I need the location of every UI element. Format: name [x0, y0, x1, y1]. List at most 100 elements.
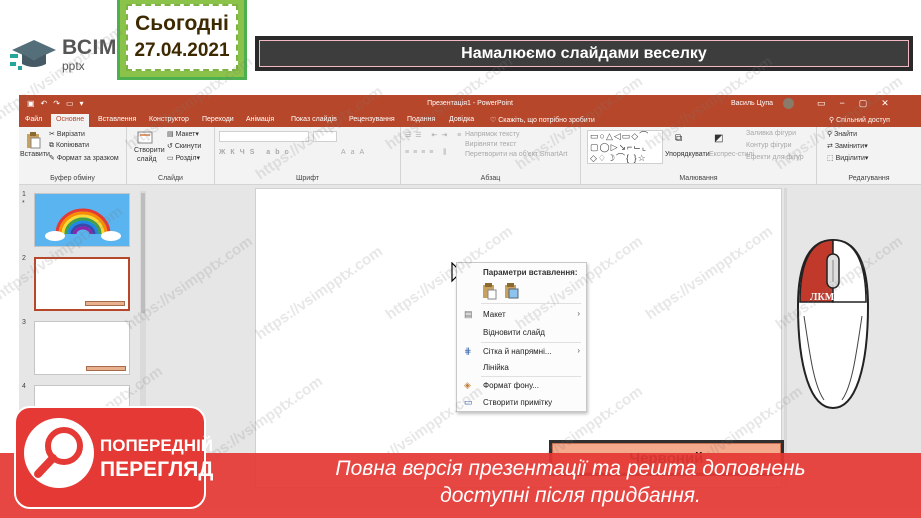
shape-outline-button[interactable]: Контур фігури: [746, 142, 791, 149]
tab-file[interactable]: Файл: [25, 116, 42, 123]
select-button[interactable]: ⬚ Виділити▾: [827, 154, 868, 162]
slide-thumbnail-2[interactable]: [34, 257, 130, 311]
format-painter-button[interactable]: ✎ Формат за зразком: [49, 154, 119, 162]
canvas-vertical-scrollbar[interactable]: [784, 188, 787, 488]
menu-item-layout[interactable]: ▤ Макет ›: [457, 306, 586, 322]
thumb-3-button-shape: [86, 366, 126, 371]
cut-label: Вирізати: [56, 131, 85, 138]
slide-title-bar: Намалюємо слайдами веселку: [255, 36, 913, 71]
shape-effects-button[interactable]: Ефекти для фігур: [746, 154, 804, 161]
layout-button[interactable]: ▤ Макет▾: [167, 130, 199, 138]
window-controls[interactable]: ▭−▢✕: [817, 98, 903, 109]
tab-insert[interactable]: Вставлення: [98, 116, 136, 123]
replace-label: Замінити: [834, 143, 865, 150]
new-slide-icon[interactable]: [137, 131, 153, 145]
section-label: Розділ: [175, 155, 197, 162]
date-label: Сьогодні: [135, 12, 229, 35]
tab-design[interactable]: Конструктор: [149, 116, 189, 123]
paste-theme-icon[interactable]: [481, 282, 497, 300]
arrange-icon[interactable]: ⧉: [675, 133, 682, 144]
slide-title: Намалюємо слайдами веселку: [259, 40, 909, 67]
menu-item-new-comment[interactable]: ▭ Створити примітку: [457, 394, 586, 410]
text-direction-button[interactable]: Напрямок тексту: [465, 131, 520, 138]
presentation-slide: { "header": { "logo_main": "ВСІМ", "logo…: [0, 0, 921, 518]
tab-help[interactable]: Довідка: [449, 116, 474, 123]
list-buttons[interactable]: ☰☰ ⇤⇥ ≡: [405, 131, 465, 139]
paste-icon[interactable]: [25, 131, 41, 149]
menu-item-reset-slide[interactable]: Відновити слайд: [457, 324, 586, 340]
slides-group-label: Слайди: [158, 175, 183, 182]
computer-mouse-illustration: ЛКМ: [796, 238, 870, 410]
arrange-button[interactable]: Упорядкувати: [665, 151, 710, 158]
drawing-group-label: Малювання: [679, 175, 718, 182]
drawing-group: ▭○△◁▭◇⌒ ▢◯▷↘⌐⌙⌞ ◇♢☽⌒{ }☆ ⧉ Упорядкувати ◩ …: [581, 127, 817, 185]
new-slide-button[interactable]: Створити: [134, 147, 165, 154]
tab-home[interactable]: Основне: [51, 114, 90, 127]
cut-button[interactable]: ✂ Вирізати: [49, 130, 85, 138]
preview-badge: ПОПЕРЕДНІЙ ПЕРЕГЛЯД: [14, 406, 213, 509]
tab-transitions[interactable]: Переходи: [202, 116, 234, 123]
format-background-icon: ◈: [464, 380, 471, 390]
shapes-gallery[interactable]: ▭○△◁▭◇⌒ ▢◯▷↘⌐⌙⌞ ◇♢☽⌒{ }☆: [587, 130, 663, 164]
shape-fill-button[interactable]: Заливка фігури: [746, 130, 796, 137]
menu-item-format-background[interactable]: ◈ Формат фону...: [457, 377, 586, 393]
menu-item-ruler[interactable]: Лінійка: [457, 359, 586, 375]
replace-button[interactable]: ⇄ Замінити▾: [827, 142, 868, 150]
menu-item-grid-guides[interactable]: ⋕ Сітка й напрямні... ›: [457, 343, 586, 359]
magnifier-icon: [34, 427, 83, 478]
align-buttons[interactable]: ≡≡≡≡ ⫼: [405, 149, 451, 157]
smartart-button[interactable]: Перетворити на об'єкт SmartArt: [465, 151, 568, 158]
rainbow-image: [45, 208, 121, 241]
paragraph-group-label: Абзац: [480, 175, 501, 182]
thumbnail-scrollbar-knob[interactable]: [141, 193, 145, 313]
copy-button[interactable]: ⧉ Копіювати: [49, 142, 89, 150]
ppt-user-name[interactable]: Василь Цупа: [731, 100, 773, 107]
editing-group-label: Редагування: [848, 175, 890, 182]
font-size-select[interactable]: [313, 131, 337, 142]
date-box: Сьогодні 27.04.2021: [117, 0, 247, 80]
ribbon-tabs: Файл Основне Вставлення Конструктор Пере…: [19, 113, 921, 127]
context-menu: Параметри вставлення: ▤ Макет › Відновит…: [456, 262, 587, 412]
paste-picture-icon[interactable]: [503, 282, 519, 300]
copy-label: Копіювати: [55, 142, 90, 149]
thumb-2-button-shape: [85, 301, 125, 306]
tell-me-search[interactable]: ♡ Скажіть, що потрібно зробити: [490, 116, 595, 124]
thumb-number-2: 2: [22, 255, 26, 262]
tab-slideshow[interactable]: Показ слайдів: [291, 116, 337, 123]
tab-animation[interactable]: Анімація: [246, 116, 274, 123]
format-painter-label: Формат за зразком: [56, 155, 119, 162]
font-group-label: Шрифт: [295, 175, 320, 182]
user-avatar[interactable]: [783, 98, 794, 109]
section-button[interactable]: ▭ Розділ▾: [167, 154, 200, 162]
slide-thumbnail-3[interactable]: [34, 321, 130, 375]
thumb-star-1: *: [22, 200, 25, 207]
graduation-cap-icon: [10, 40, 56, 70]
ppt-title-bar: ▣↶↷▭▾ Презентація1 - PowerPoint Василь Ц…: [19, 95, 921, 113]
reset-button[interactable]: ↺ Скинути: [167, 142, 201, 150]
grid-icon: ⋕: [464, 346, 472, 356]
menu-item-new-comment-label: Створити примітку: [483, 398, 553, 407]
submenu-arrow-icon: ›: [577, 346, 580, 355]
menu-item-layout-label: Макет: [483, 310, 506, 319]
font-format-buttons[interactable]: ЖКЧS abc: [219, 149, 293, 156]
font-family-select[interactable]: [219, 131, 309, 142]
align-text-button[interactable]: Вирівняти текст: [465, 141, 516, 148]
font-group: ЖКЧS abc AaA Шрифт: [215, 127, 401, 185]
clipboard-group: Вставити ✂ Вирізати ⧉ Копіювати ✎ Формат…: [19, 127, 127, 185]
tab-review[interactable]: Рецензування: [349, 116, 395, 123]
editing-group: ⚲ Знайти ⇄ Замінити▾ ⬚ Виділити▾ Редагув…: [817, 127, 921, 185]
tab-view[interactable]: Подання: [407, 116, 435, 123]
date-value: 27.04.2021: [134, 40, 230, 61]
paste-button[interactable]: Вставити: [20, 151, 50, 158]
ribbon: Вставити ✂ Вирізати ⧉ Копіювати ✎ Формат…: [19, 127, 921, 185]
share-button[interactable]: ⚲ Спільний доступ: [829, 116, 890, 124]
slides-group: Створити слайд ▤ Макет▾ ↺ Скинути ▭ Розд…: [127, 127, 215, 185]
new-slide-button-2[interactable]: слайд: [137, 156, 156, 163]
slide-thumbnail-1[interactable]: [34, 193, 130, 247]
comment-icon: ▭: [464, 397, 473, 407]
find-button[interactable]: ⚲ Знайти: [827, 130, 857, 138]
submenu-arrow-icon: ›: [577, 309, 580, 318]
font-color-buttons[interactable]: AaA: [341, 149, 369, 156]
quick-styles-icon[interactable]: ◩: [714, 133, 723, 144]
logo-sub-text: pptx: [62, 58, 85, 73]
